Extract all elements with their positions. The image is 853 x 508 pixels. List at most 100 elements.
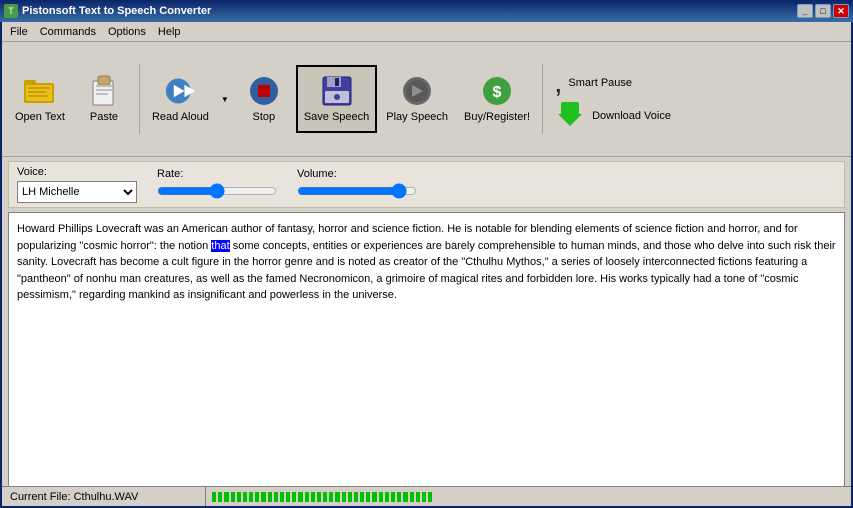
- paste-button[interactable]: Paste: [74, 65, 134, 133]
- volume-slider[interactable]: [297, 183, 417, 199]
- separator-2: [542, 64, 543, 134]
- volume-slider-container: [297, 183, 417, 202]
- window-title: Pistonsoft Text to Speech Converter: [22, 5, 797, 17]
- progress-segment: [305, 492, 309, 502]
- download-voice-label: Download Voice: [592, 110, 671, 122]
- app-icon: T: [4, 4, 18, 18]
- progress-segment: [255, 492, 259, 502]
- progress-segment: [422, 492, 426, 502]
- read-aloud-label: Read Aloud: [152, 111, 209, 123]
- title-buttons: _ □ ✕: [797, 4, 849, 18]
- progress-bar: [212, 492, 432, 502]
- toolbar: Open Text Paste: [2, 42, 851, 157]
- controls-bar: Voice: LH Michelle Rate: Volume:: [8, 161, 845, 208]
- text-area-container[interactable]: Howard Phillips Lovecraft was an America…: [8, 212, 845, 506]
- download-voice-button[interactable]: Download Voice: [554, 102, 671, 131]
- menu-commands[interactable]: Commands: [34, 24, 102, 40]
- progress-segment: [323, 492, 327, 502]
- play-speech-icon: [401, 75, 433, 107]
- progress-segment: [268, 492, 272, 502]
- buy-register-icon: $: [481, 75, 513, 107]
- smart-pause-label: Smart Pause: [568, 77, 632, 89]
- read-aloud-icon: [164, 75, 196, 107]
- progress-segment: [385, 492, 389, 502]
- progress-segment: [428, 492, 432, 502]
- progress-segment: [379, 492, 383, 502]
- buy-register-label: Buy/Register!: [464, 111, 530, 123]
- status-file: Current File: Cthulhu.WAV: [6, 487, 206, 506]
- open-text-label: Open Text: [15, 111, 65, 123]
- paste-icon: [88, 75, 120, 107]
- stop-button[interactable]: Stop: [234, 65, 294, 133]
- open-folder-icon: [24, 75, 56, 107]
- progress-segment: [237, 492, 241, 502]
- voice-select[interactable]: LH Michelle: [17, 181, 137, 203]
- status-progress: [206, 487, 847, 506]
- menu-bar: File Commands Options Help: [2, 22, 851, 42]
- progress-segment: [311, 492, 315, 502]
- rate-slider[interactable]: [157, 183, 277, 199]
- progress-segment: [249, 492, 253, 502]
- download-voice-icon: [554, 102, 586, 131]
- progress-segment: [354, 492, 358, 502]
- read-aloud-dropdown[interactable]: ▼: [218, 65, 232, 133]
- paste-label: Paste: [90, 111, 118, 123]
- rate-control: Rate:: [157, 168, 277, 202]
- menu-options[interactable]: Options: [102, 24, 152, 40]
- progress-segment: [218, 492, 222, 502]
- progress-segment: [397, 492, 401, 502]
- smart-pause-button[interactable]: , Smart Pause: [554, 68, 671, 98]
- text-content: Howard Phillips Lovecraft was an America…: [9, 213, 844, 312]
- progress-segment: [366, 492, 370, 502]
- menu-help[interactable]: Help: [152, 24, 187, 40]
- progress-segment: [329, 492, 333, 502]
- progress-segment: [274, 492, 278, 502]
- progress-segment: [292, 492, 296, 502]
- progress-segment: [391, 492, 395, 502]
- open-text-button[interactable]: Open Text: [8, 65, 72, 133]
- progress-segment: [231, 492, 235, 502]
- separator-1: [139, 64, 140, 134]
- maximize-button[interactable]: □: [815, 4, 831, 18]
- save-speech-button[interactable]: Save Speech: [296, 65, 377, 133]
- voice-control: Voice: LH Michelle: [17, 166, 137, 203]
- progress-segment: [410, 492, 414, 502]
- progress-segment: [403, 492, 407, 502]
- progress-segment: [360, 492, 364, 502]
- progress-segment: [348, 492, 352, 502]
- play-speech-button[interactable]: Play Speech: [379, 65, 455, 133]
- save-speech-icon: [321, 75, 353, 107]
- minimize-button[interactable]: _: [797, 4, 813, 18]
- progress-segment: [212, 492, 216, 502]
- progress-segment: [224, 492, 228, 502]
- close-button[interactable]: ✕: [833, 4, 849, 18]
- buy-register-button[interactable]: $ Buy/Register!: [457, 65, 537, 133]
- stop-label: Stop: [253, 111, 276, 123]
- progress-segment: [261, 492, 265, 502]
- volume-control: Volume:: [297, 168, 417, 202]
- progress-segment: [416, 492, 420, 502]
- highlighted-word: that: [211, 240, 229, 252]
- progress-segment: [243, 492, 247, 502]
- progress-segment: [342, 492, 346, 502]
- read-aloud-button[interactable]: Read Aloud: [145, 65, 216, 133]
- main-window: File Commands Options Help Open Text: [0, 22, 853, 508]
- rate-label: Rate:: [157, 168, 277, 180]
- status-bar: Current File: Cthulhu.WAV: [2, 486, 851, 506]
- volume-label: Volume:: [297, 168, 417, 180]
- voice-label: Voice:: [17, 166, 137, 178]
- save-speech-label: Save Speech: [304, 111, 369, 123]
- progress-segment: [335, 492, 339, 502]
- rate-slider-container: [157, 183, 277, 202]
- progress-segment: [317, 492, 321, 502]
- svg-text:$: $: [493, 84, 502, 101]
- stop-icon: [248, 75, 280, 107]
- play-speech-label: Play Speech: [386, 111, 448, 123]
- progress-segment: [286, 492, 290, 502]
- progress-segment: [298, 492, 302, 502]
- menu-file[interactable]: File: [4, 24, 34, 40]
- progress-segment: [280, 492, 284, 502]
- smart-pause-icon: ,: [554, 68, 562, 98]
- title-bar: T Pistonsoft Text to Speech Converter _ …: [0, 0, 853, 22]
- progress-segment: [372, 492, 376, 502]
